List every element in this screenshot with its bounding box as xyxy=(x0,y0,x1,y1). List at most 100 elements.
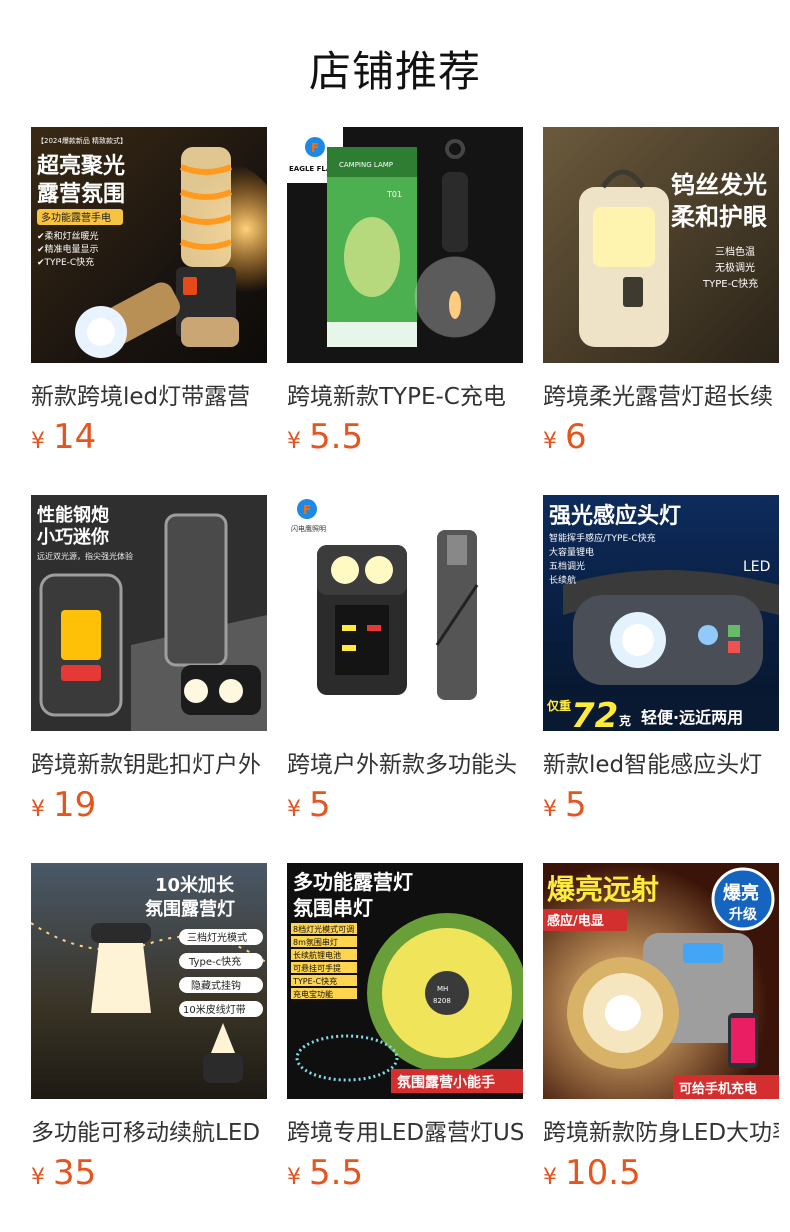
image-tag: 多功能露营手电 xyxy=(41,211,111,224)
product-price: ¥5 xyxy=(287,785,331,825)
product-card[interactable]: MH 8208 多功能露营灯 氛围串灯 8档灯光模式可调 8m氛围串灯 长续航锂… xyxy=(287,863,523,1203)
image-weight: 72 xyxy=(571,696,618,731)
image-headline: 10米加长 xyxy=(155,874,235,896)
currency-symbol: ¥ xyxy=(287,1165,301,1190)
badge-text: 升级 xyxy=(729,906,758,923)
brand-logo-text: 闪电鹰照明 xyxy=(291,524,326,533)
image-headline: 露营氛围 xyxy=(37,181,125,207)
image-feature: 长续航 xyxy=(549,574,576,586)
image-headline: 爆亮远射 xyxy=(547,873,659,906)
image-feature: 可悬挂可手提 xyxy=(293,963,341,973)
image-feature: 8档灯光模式可调 xyxy=(293,924,354,934)
price-value: 5.5 xyxy=(309,417,364,457)
product-card[interactable]: 钨丝发光 柔和护眼 三档色温 无极调光 TYPE-C快充 跨境柔光露营灯超长续 … xyxy=(543,127,779,467)
product-image[interactable]: 爆亮远射 爆亮 升级 感应/电显 可给手机充电 xyxy=(543,863,779,1099)
image-headline: 小巧迷你 xyxy=(37,526,109,548)
product-name[interactable]: 新款跨境led灯带露营 xyxy=(31,377,267,411)
image-headline: 多功能露营灯 xyxy=(293,870,413,894)
image-label: 克 xyxy=(619,713,631,728)
product-name[interactable]: 跨境柔光露营灯超长续 xyxy=(543,377,779,411)
product-card[interactable]: 性能钢炮 小巧迷你 远近双光源，指尖强光体验 跨境新款钥匙扣灯户外 ¥19 xyxy=(31,495,267,835)
product-price: ¥35 xyxy=(31,1153,96,1193)
product-price: ¥5 xyxy=(543,785,587,825)
price-value: 35 xyxy=(53,1153,97,1193)
product-image[interactable]: 【2024爆款新品 精致款式】 超亮聚光 露营氛围 多功能露营手电 ✔柔和灯丝暖… xyxy=(31,127,267,363)
box-model: T01 xyxy=(386,190,402,199)
price-value: 6 xyxy=(565,417,587,457)
image-headline: 氛围露营灯 xyxy=(145,898,235,920)
image-caption: 【2024爆款新品 精致款式】 xyxy=(37,136,127,145)
product-image[interactable]: 强光感应头灯 智能挥手感应/TYPE-C快充 大容量锂电 五档调光 长续航 LE… xyxy=(543,495,779,731)
price-value: 5.5 xyxy=(309,1153,364,1193)
image-feature: TYPE-C快充 xyxy=(702,277,758,290)
price-value: 14 xyxy=(53,417,97,457)
product-name[interactable]: 新款led智能感应头灯 xyxy=(543,745,779,779)
currency-symbol: ¥ xyxy=(31,1165,45,1190)
product-name[interactable]: 跨境新款防身LED大功率 xyxy=(543,1113,779,1147)
currency-symbol: ¥ xyxy=(543,429,557,454)
image-headline: 强光感应头灯 xyxy=(549,503,681,529)
price-value: 10.5 xyxy=(565,1153,641,1193)
currency-symbol: ¥ xyxy=(287,797,301,822)
svg-text:F: F xyxy=(303,503,311,517)
currency-symbol: ¥ xyxy=(31,429,45,454)
price-value: 5 xyxy=(565,785,587,825)
product-card[interactable]: F 闪电鹰照明 跨境户外新款多功能头 ¥5 xyxy=(287,495,523,835)
product-card[interactable]: 【2024爆款新品 精致款式】 超亮聚光 露营氛围 多功能露营手电 ✔柔和灯丝暖… xyxy=(31,127,267,467)
currency-symbol: ¥ xyxy=(543,797,557,822)
price-value: 19 xyxy=(53,785,97,825)
currency-symbol: ¥ xyxy=(287,429,301,454)
image-headline: 柔和护眼 xyxy=(671,203,767,231)
product-image[interactable]: 10米加长 氛围露营灯 三档灯光模式 Type-c快充 隐藏式挂钩 10米皮线灯… xyxy=(31,863,267,1099)
product-image[interactable]: 钨丝发光 柔和护眼 三档色温 无极调光 TYPE-C快充 xyxy=(543,127,779,363)
currency-symbol: ¥ xyxy=(543,1165,557,1190)
image-headline: 氛围串灯 xyxy=(293,896,373,920)
image-feature: 8m氛围串灯 xyxy=(293,937,338,947)
image-tag: 感应/电显 xyxy=(547,913,604,929)
product-image[interactable]: F 闪电鹰照明 xyxy=(287,495,523,731)
image-feature: 智能挥手感应/TYPE-C快充 xyxy=(549,532,656,544)
image-feature: 五档调光 xyxy=(549,560,585,572)
product-name[interactable]: 多功能可移动续航LED xyxy=(31,1113,267,1147)
image-label: 仅重 xyxy=(546,698,571,713)
product-image[interactable]: F EAGLE FLASH CAMPING LAMP T01 xyxy=(287,127,523,363)
badge-text: 爆亮 xyxy=(723,882,759,904)
product-image[interactable]: 性能钢炮 小巧迷你 远近双光源，指尖强光体验 xyxy=(31,495,267,731)
device-label: 8208 xyxy=(433,997,451,1005)
image-feature: 三档色温 xyxy=(715,245,755,258)
image-feature: 远近双光源，指尖强光体验 xyxy=(37,551,133,561)
box-label: CAMPING LAMP xyxy=(339,161,393,169)
product-card[interactable]: 强光感应头灯 智能挥手感应/TYPE-C快充 大容量锂电 五档调光 长续航 LE… xyxy=(543,495,779,835)
product-price: ¥10.5 xyxy=(543,1153,641,1193)
image-feature: 大容量锂电 xyxy=(549,546,594,558)
device-label: MH xyxy=(437,985,448,993)
image-feature: TYPE-C快充 xyxy=(292,976,337,986)
page-title: 店铺推荐 xyxy=(308,47,481,96)
price-value: 5 xyxy=(309,785,331,825)
product-price: ¥6 xyxy=(543,417,587,457)
product-name[interactable]: 跨境户外新款多功能头 xyxy=(287,745,523,779)
image-banner: 可给手机充电 xyxy=(679,1081,757,1097)
product-card[interactable]: 爆亮远射 爆亮 升级 感应/电显 可给手机充电 跨境新款防身LED大功率 ¥10… xyxy=(543,863,779,1203)
product-card[interactable]: F EAGLE FLASH CAMPING LAMP T01 跨境新款TYPE-… xyxy=(287,127,523,467)
product-card[interactable]: 10米加长 氛围露营灯 三档灯光模式 Type-c快充 隐藏式挂钩 10米皮线灯… xyxy=(31,863,267,1203)
image-feature: ✔精准电量显示 xyxy=(37,243,99,255)
product-name[interactable]: 跨境新款TYPE-C充电 xyxy=(287,377,523,411)
image-feature: 充电宝功能 xyxy=(293,989,333,999)
image-feature: ✔柔和灯丝暖光 xyxy=(37,230,99,242)
product-name[interactable]: 跨境专用LED露营灯USB xyxy=(287,1113,523,1147)
image-headline: 超亮聚光 xyxy=(37,153,125,179)
image-feature: 无极调光 xyxy=(715,261,755,274)
image-feature: 长续航锂电池 xyxy=(293,950,341,960)
image-feature: 三档灯光模式 xyxy=(187,931,247,944)
image-feature: ✔TYPE-C快充 xyxy=(37,256,94,268)
product-image[interactable]: MH 8208 多功能露营灯 氛围串灯 8档灯光模式可调 8m氛围串灯 长续航锂… xyxy=(287,863,523,1099)
product-price: ¥5.5 xyxy=(287,417,363,457)
image-label: 轻便·远近两用 xyxy=(641,708,743,727)
image-label: LED xyxy=(743,559,770,575)
svg-text:F: F xyxy=(311,141,319,155)
currency-symbol: ¥ xyxy=(31,797,45,822)
product-price: ¥14 xyxy=(31,417,96,457)
image-headline: 钨丝发光 xyxy=(671,171,767,199)
product-name[interactable]: 跨境新款钥匙扣灯户外 xyxy=(31,745,267,779)
